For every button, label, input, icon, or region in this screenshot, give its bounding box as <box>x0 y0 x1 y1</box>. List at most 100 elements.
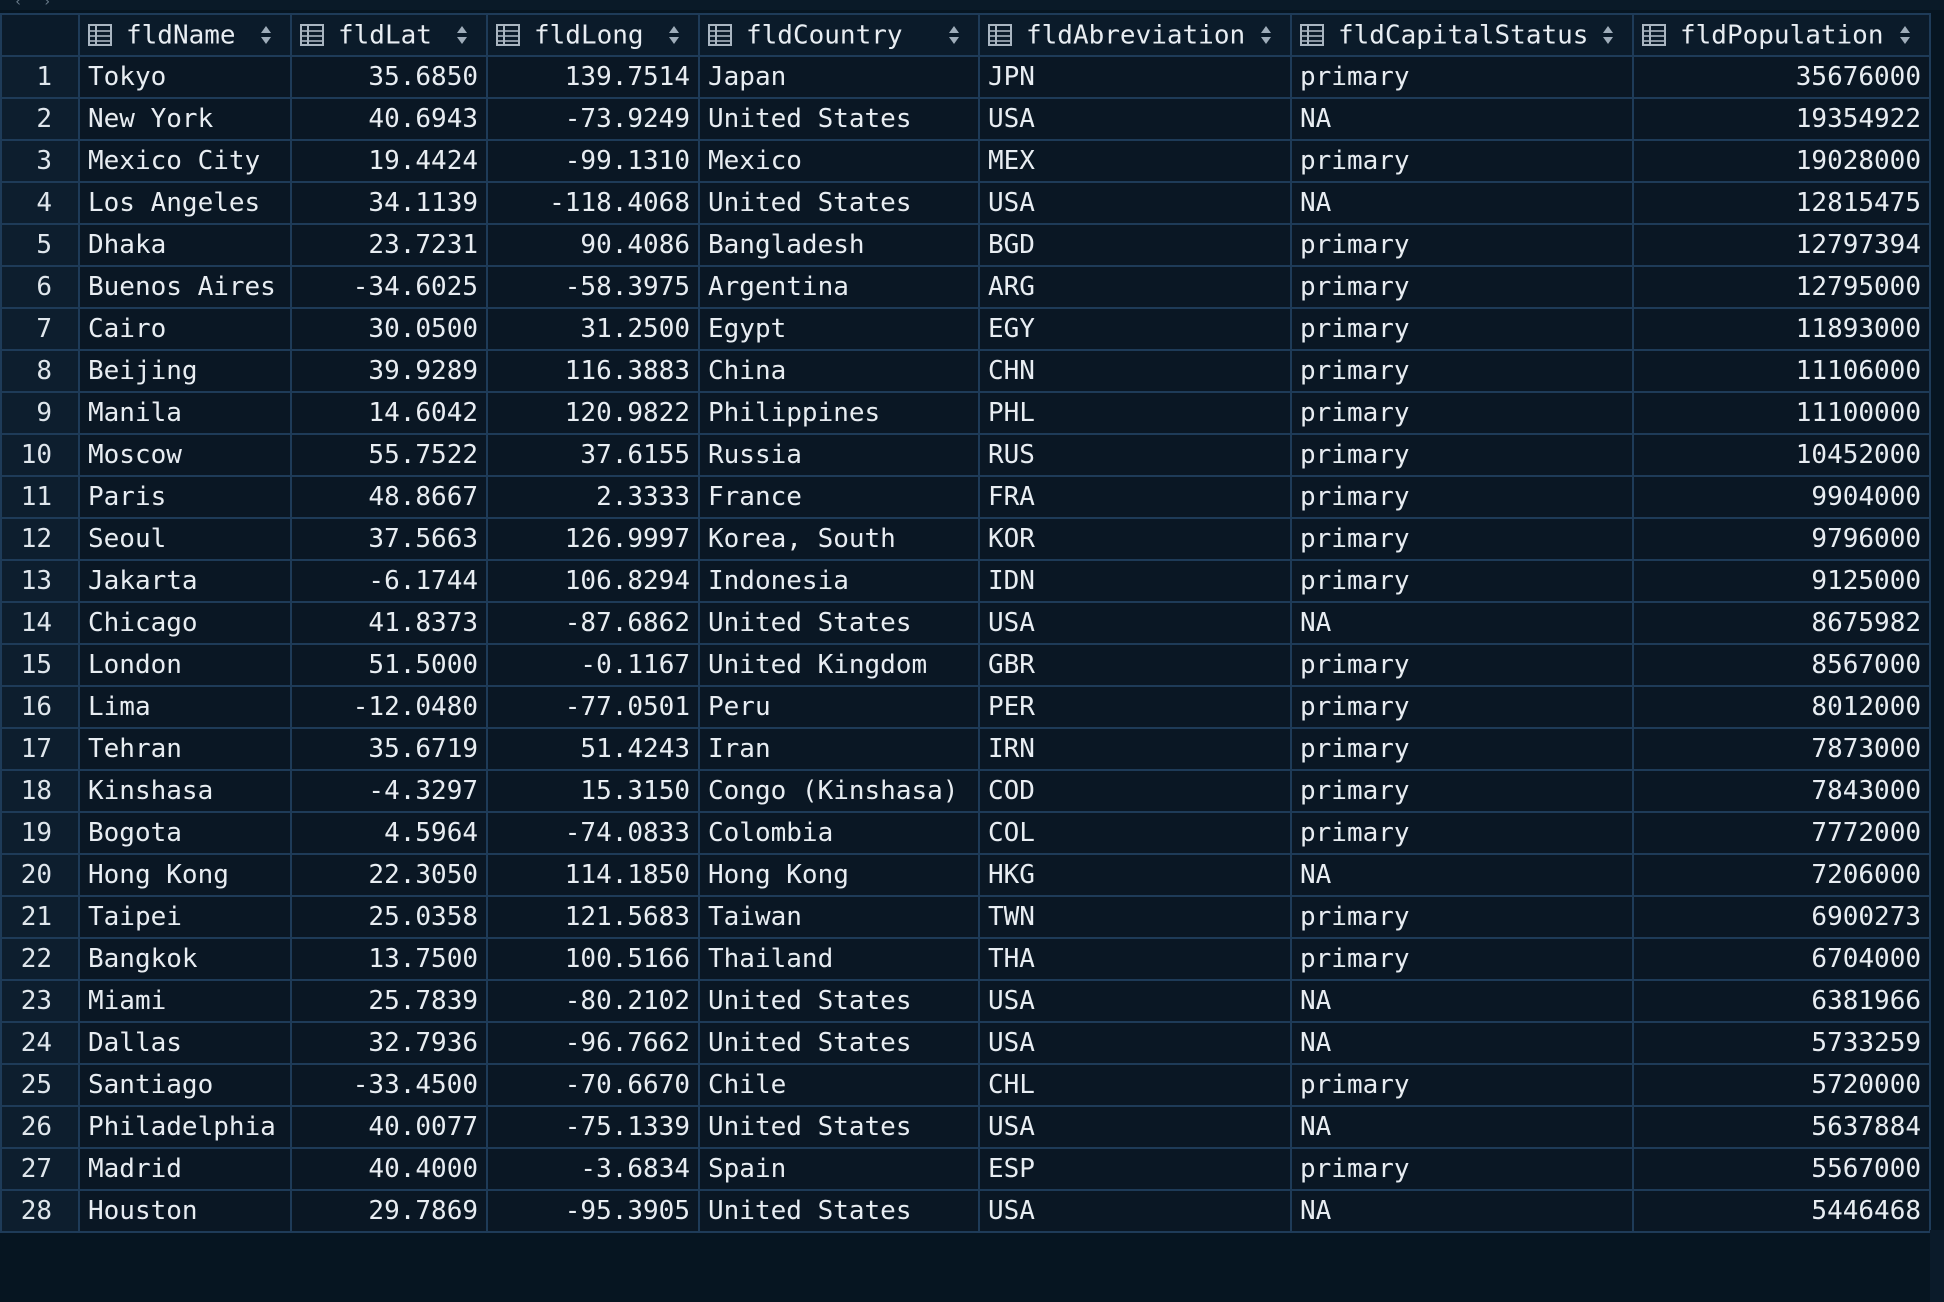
cell-fldCountry[interactable]: Thailand <box>698 937 980 981</box>
cell-fldPopulation[interactable]: 11893000 <box>1632 307 1931 351</box>
cell-fldLong[interactable]: 2.3333 <box>486 475 700 519</box>
cell-fldLong[interactable]: 120.9822 <box>486 391 700 435</box>
cell-fldPopulation[interactable]: 11100000 <box>1632 391 1931 435</box>
cell-fldLat[interactable]: 37.5663 <box>290 517 488 561</box>
cell-fldAbreviation[interactable]: PER <box>978 685 1292 729</box>
cell-fldName[interactable]: Beijing <box>78 349 292 393</box>
cell-fldPopulation[interactable]: 6900273 <box>1632 895 1931 939</box>
column-header-fldLat[interactable]: fldLat <box>290 13 488 57</box>
table-row[interactable]: 28 Houston 29.7869 -95.3905 United States USA… <box>0 1189 1931 1233</box>
cell-fldPopulation[interactable]: 10452000 <box>1632 433 1931 477</box>
cell-fldCapitalStatus[interactable]: primary <box>1290 559 1634 603</box>
cell-fldName[interactable]: Seoul <box>78 517 292 561</box>
table-row[interactable]: 8 Beijing 39.9289 116.3883 China CHN primary 11… <box>0 349 1931 393</box>
table-row[interactable]: 17 Tehran 35.6719 51.4243 Iran IRN primary 7873… <box>0 727 1931 771</box>
cell-fldCountry[interactable]: Russia <box>698 433 980 477</box>
cell-fldPopulation[interactable]: 12795000 <box>1632 265 1931 309</box>
cell-fldName[interactable]: Dhaka <box>78 223 292 267</box>
cell-fldCountry[interactable]: United States <box>698 97 980 141</box>
cell-fldLong[interactable]: -74.0833 <box>486 811 700 855</box>
cell-fldPopulation[interactable]: 5567000 <box>1632 1147 1931 1191</box>
cell-fldLong[interactable]: -77.0501 <box>486 685 700 729</box>
table-row[interactable]: 27 Madrid 40.4000 -3.6834 Spain ESP primary 556… <box>0 1147 1931 1191</box>
cell-fldPopulation[interactable]: 6381966 <box>1632 979 1931 1023</box>
cell-fldPopulation[interactable]: 9796000 <box>1632 517 1931 561</box>
cell-fldName[interactable]: Kinshasa <box>78 769 292 813</box>
cell-fldAbreviation[interactable]: COD <box>978 769 1292 813</box>
cell-fldAbreviation[interactable]: CHN <box>978 349 1292 393</box>
table-row[interactable]: 18 Kinshasa -4.3297 15.3150 Congo (Kinshasa)… <box>0 769 1931 813</box>
sort-arrows-icon[interactable] <box>668 25 680 45</box>
cell-fldLong[interactable]: 116.3883 <box>486 349 700 393</box>
cell-fldLat[interactable]: 4.5964 <box>290 811 488 855</box>
cell-fldLong[interactable]: -118.4068 <box>486 181 700 225</box>
cell-fldLat[interactable]: 40.0077 <box>290 1105 488 1149</box>
cell-fldCapitalStatus[interactable]: NA <box>1290 601 1634 645</box>
sort-arrows-icon[interactable] <box>1602 25 1614 45</box>
cell-fldName[interactable]: Paris <box>78 475 292 519</box>
cell-fldAbreviation[interactable]: USA <box>978 1021 1292 1065</box>
table-row[interactable]: 14 Chicago 41.8373 -87.6862 United States USA… <box>0 601 1931 645</box>
cell-fldPopulation[interactable]: 8567000 <box>1632 643 1931 687</box>
cell-fldLong[interactable]: 51.4243 <box>486 727 700 771</box>
cell-fldLat[interactable]: 30.0500 <box>290 307 488 351</box>
cell-fldLat[interactable]: 13.7500 <box>290 937 488 981</box>
cell-fldName[interactable]: New York <box>78 97 292 141</box>
cell-fldCountry[interactable]: Argentina <box>698 265 980 309</box>
cell-fldCapitalStatus[interactable]: NA <box>1290 97 1634 141</box>
cell-fldLat[interactable]: 29.7869 <box>290 1189 488 1233</box>
cell-fldName[interactable]: Moscow <box>78 433 292 477</box>
cell-fldName[interactable]: Cairo <box>78 307 292 351</box>
cell-fldCapitalStatus[interactable]: primary <box>1290 139 1634 183</box>
cell-fldName[interactable]: Philadelphia <box>78 1105 292 1149</box>
cell-fldCountry[interactable]: Korea, South <box>698 517 980 561</box>
cell-fldAbreviation[interactable]: RUS <box>978 433 1292 477</box>
table-row[interactable]: 19 Bogota 4.5964 -74.0833 Colombia COL primary… <box>0 811 1931 855</box>
cell-fldName[interactable]: Hong Kong <box>78 853 292 897</box>
sort-arrows-icon[interactable] <box>260 25 272 45</box>
table-row[interactable]: 21 Taipei 25.0358 121.5683 Taiwan TWN primary 6… <box>0 895 1931 939</box>
cell-fldAbreviation[interactable]: ESP <box>978 1147 1292 1191</box>
sort-arrows-icon[interactable] <box>1260 25 1272 45</box>
cell-fldAbreviation[interactable]: CHL <box>978 1063 1292 1107</box>
column-header-fldCapitalStatus[interactable]: fldCapitalStatus <box>1290 13 1634 57</box>
cell-fldName[interactable]: Houston <box>78 1189 292 1233</box>
table-row[interactable]: 26 Philadelphia 40.0077 -75.1339 United Stat… <box>0 1105 1931 1149</box>
cell-fldLong[interactable]: -87.6862 <box>486 601 700 645</box>
sort-arrows-icon[interactable] <box>1899 25 1911 45</box>
cell-fldCountry[interactable]: Indonesia <box>698 559 980 603</box>
cell-fldAbreviation[interactable]: USA <box>978 97 1292 141</box>
cell-fldCountry[interactable]: Japan <box>698 55 980 99</box>
cell-fldLong[interactable]: -3.6834 <box>486 1147 700 1191</box>
cell-fldLong[interactable]: 106.8294 <box>486 559 700 603</box>
cell-fldCountry[interactable]: France <box>698 475 980 519</box>
cell-fldCountry[interactable]: Spain <box>698 1147 980 1191</box>
cell-fldName[interactable]: Madrid <box>78 1147 292 1191</box>
cell-fldPopulation[interactable]: 8012000 <box>1632 685 1931 729</box>
table-row[interactable]: 12 Seoul 37.5663 126.9997 Korea, South KOR pri… <box>0 517 1931 561</box>
cell-fldAbreviation[interactable]: USA <box>978 979 1292 1023</box>
cell-fldCapitalStatus[interactable]: primary <box>1290 643 1634 687</box>
cell-fldAbreviation[interactable]: COL <box>978 811 1292 855</box>
cell-fldName[interactable]: Jakarta <box>78 559 292 603</box>
cell-fldCountry[interactable]: United Kingdom <box>698 643 980 687</box>
table-row[interactable]: 16 Lima -12.0480 -77.0501 Peru PER primary 8012… <box>0 685 1931 729</box>
cell-fldAbreviation[interactable]: USA <box>978 1105 1292 1149</box>
cell-fldName[interactable]: Miami <box>78 979 292 1023</box>
table-row[interactable]: 13 Jakarta -6.1744 106.8294 Indonesia IDN prim… <box>0 559 1931 603</box>
cell-fldCountry[interactable]: United States <box>698 979 980 1023</box>
cell-fldCountry[interactable]: Egypt <box>698 307 980 351</box>
cell-fldLat[interactable]: -4.3297 <box>290 769 488 813</box>
cell-fldLong[interactable]: -99.1310 <box>486 139 700 183</box>
cell-fldName[interactable]: Mexico City <box>78 139 292 183</box>
cell-fldCapitalStatus[interactable]: primary <box>1290 391 1634 435</box>
cell-fldAbreviation[interactable]: USA <box>978 1189 1292 1233</box>
cell-fldLat[interactable]: 40.6943 <box>290 97 488 141</box>
cell-fldCapitalStatus[interactable]: primary <box>1290 685 1634 729</box>
table-row[interactable]: 22 Bangkok 13.7500 100.5166 Thailand THA prima… <box>0 937 1931 981</box>
cell-fldCapitalStatus[interactable]: primary <box>1290 307 1634 351</box>
sort-arrows-icon[interactable] <box>456 25 468 45</box>
cell-fldLat[interactable]: 14.6042 <box>290 391 488 435</box>
table-row[interactable]: 11 Paris 48.8667 2.3333 France FRA primary 9904… <box>0 475 1931 519</box>
cell-fldName[interactable]: Tehran <box>78 727 292 771</box>
